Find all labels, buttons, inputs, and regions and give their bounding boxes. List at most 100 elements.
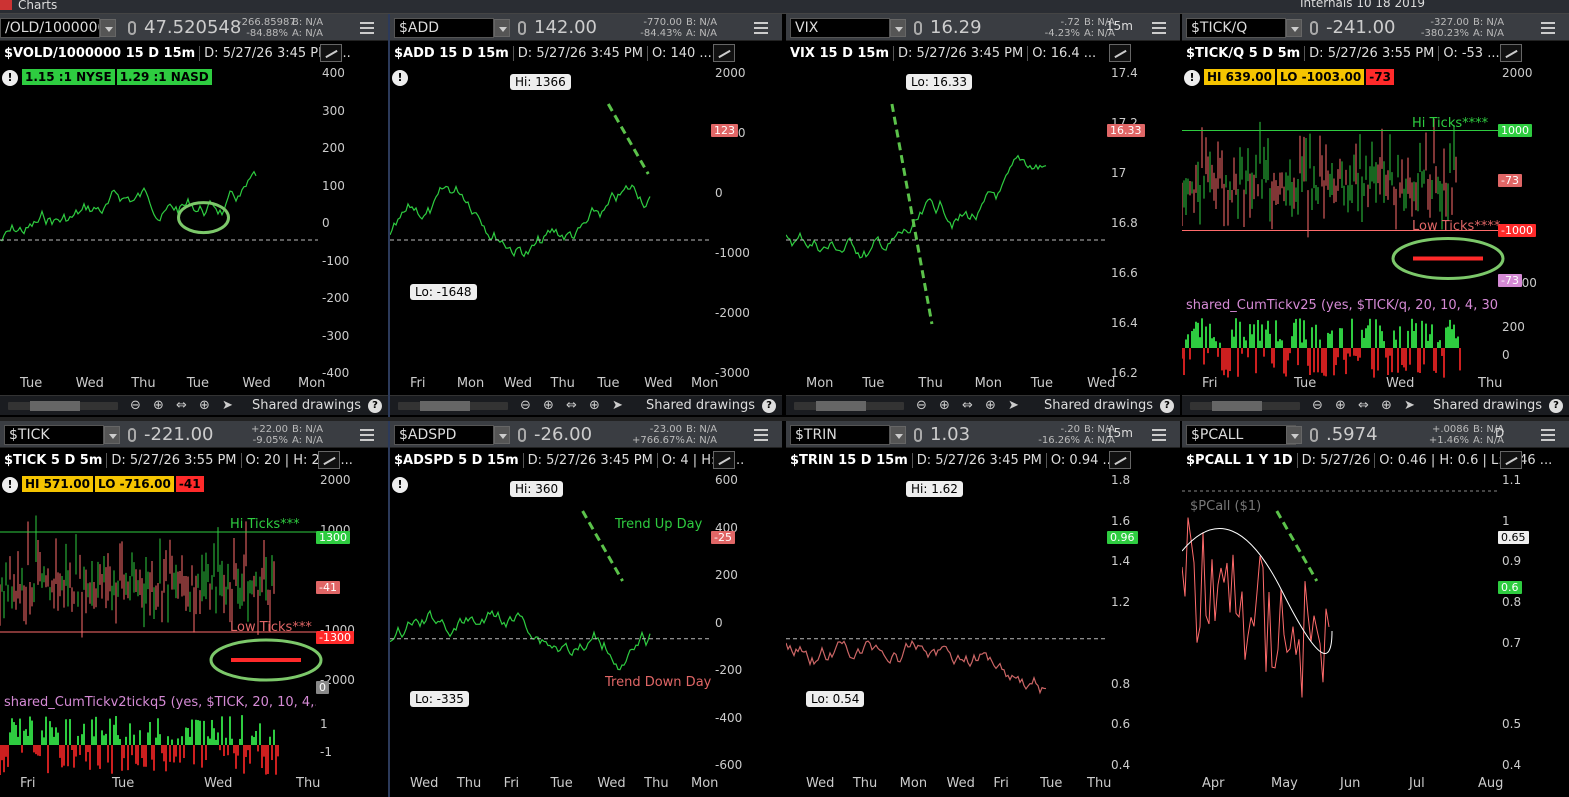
drawing-tool-icon[interactable] (318, 451, 340, 469)
net-change-value: -.72 (1060, 17, 1080, 28)
shared-drawings-button[interactable]: Shared drawings (1433, 398, 1542, 413)
menu-icon[interactable] (360, 429, 374, 441)
link-icon[interactable] (914, 21, 922, 35)
help-icon[interactable]: ? (762, 399, 776, 413)
symbol-dropdown-icon[interactable] (890, 19, 906, 37)
cursor-icon[interactable]: ➤ (1008, 398, 1019, 413)
pan-icon[interactable]: ⇔ (176, 398, 187, 413)
panel-header: /OLD/1000000 47.520548 -266.85987 -84.88% B:… (0, 14, 388, 41)
link-icon[interactable] (128, 21, 136, 35)
symbol-input[interactable]: $ADD (394, 18, 494, 38)
cursor-icon[interactable]: ➤ (222, 398, 233, 413)
crosshair-icon[interactable]: ⊕ (199, 398, 210, 413)
symbol-input[interactable]: $TICK (4, 425, 104, 445)
chart-footer: ⊖ ⊕ ⇔ ⊕ ➤ Shared drawings? (1182, 395, 1569, 415)
price-plot[interactable] (0, 471, 323, 691)
link-icon[interactable] (1310, 428, 1318, 442)
crosshair-icon[interactable]: ⊕ (985, 398, 996, 413)
zoom-out-icon[interactable]: ⊖ (916, 398, 927, 413)
net-change-value: -770.00 (643, 17, 682, 28)
x-axis-tick: Jul (1409, 776, 1425, 791)
link-icon[interactable] (1310, 21, 1318, 35)
link-icon[interactable] (518, 21, 526, 35)
net-change: -770.00 -84.43% (632, 17, 682, 39)
menu-icon[interactable] (1152, 22, 1166, 34)
zoom-in-icon[interactable]: ⊕ (939, 398, 950, 413)
symbol-dropdown-icon[interactable] (494, 19, 510, 37)
link-icon[interactable] (128, 428, 136, 442)
zoom-out-icon[interactable]: ⊖ (130, 398, 141, 413)
zoom-in-icon[interactable]: ⊕ (543, 398, 554, 413)
lo-ticks-label: Low Ticks*** (230, 620, 312, 635)
menu-icon[interactable] (360, 22, 374, 34)
crosshair-icon[interactable]: ⊕ (589, 398, 600, 413)
link-icon[interactable] (518, 428, 526, 442)
symbol-input[interactable]: $TICK/Q (1186, 18, 1286, 38)
drawing-tool-icon[interactable] (713, 44, 735, 62)
price-marker: 0.65 (1498, 531, 1529, 544)
menu-icon[interactable] (1541, 429, 1555, 441)
drawing-tool-icon[interactable] (320, 44, 342, 62)
timeframe-selector[interactable]: 15m (1106, 19, 1133, 33)
net-change-value: -266.85987 (238, 17, 296, 28)
pan-icon[interactable]: ⇔ (566, 398, 577, 413)
symbol-input[interactable]: $TRIN (790, 425, 890, 445)
menu-icon[interactable] (754, 22, 768, 34)
zoom-in-icon[interactable]: ⊕ (153, 398, 164, 413)
shared-drawings-button[interactable]: Shared drawings (252, 398, 361, 413)
symbol-dropdown-icon[interactable] (100, 19, 116, 37)
price-plot[interactable] (1182, 471, 1498, 776)
menu-icon[interactable] (1541, 22, 1555, 34)
crosshair-icon[interactable]: ⊕ (1381, 398, 1392, 413)
menu-icon[interactable] (1152, 429, 1166, 441)
shared-drawings-button[interactable]: Shared drawings (646, 398, 755, 413)
zoom-out-icon[interactable]: ⊖ (1312, 398, 1323, 413)
drawing-tool-icon[interactable] (1109, 451, 1131, 469)
scrollbar-thumb[interactable] (816, 401, 866, 411)
scrollbar-thumb[interactable] (420, 401, 470, 411)
zoom-out-icon[interactable]: ⊖ (520, 398, 531, 413)
timeframe-selector[interactable]: 15m (1106, 426, 1133, 440)
symbol-input[interactable]: $PCALL (1186, 425, 1296, 445)
price-plot[interactable] (1182, 64, 1505, 294)
symbol-dropdown-icon[interactable] (494, 426, 510, 444)
help-icon[interactable]: ? (1160, 399, 1174, 413)
trend-down-label: Trend Down Day (605, 675, 712, 690)
price-plot[interactable] (390, 64, 711, 384)
zoom-in-icon[interactable]: ⊕ (1335, 398, 1346, 413)
net-change: -266.85987 -84.88% (238, 17, 296, 39)
symbol-input[interactable]: /OLD/1000000 (0, 18, 100, 38)
drawing-tool-icon[interactable] (713, 451, 735, 469)
symbol-input[interactable]: $ADSPD (394, 425, 494, 445)
charts-tab[interactable]: Charts (0, 0, 65, 14)
symbol-dropdown-icon[interactable] (104, 426, 120, 444)
cursor-icon[interactable]: ➤ (1404, 398, 1415, 413)
timeframe-selector[interactable]: D (1495, 426, 1504, 440)
symbol-dropdown-icon[interactable] (890, 426, 906, 444)
pan-icon[interactable]: ⇔ (1358, 398, 1369, 413)
link-icon[interactable] (914, 428, 922, 442)
symbol-input[interactable]: VIX (790, 18, 890, 38)
scrollbar-thumb[interactable] (1212, 401, 1262, 411)
price-plot[interactable] (786, 64, 1107, 384)
price-plot[interactable] (0, 64, 318, 384)
price-plot[interactable] (786, 471, 1107, 776)
drawing-tool-icon[interactable] (1500, 451, 1522, 469)
study-plot[interactable] (0, 715, 316, 775)
panel-header: $ADD 142.00 -770.00 -84.43% B: N/A A: N/A (390, 14, 782, 41)
help-icon[interactable]: ? (368, 399, 382, 413)
menu-icon[interactable] (754, 429, 768, 441)
drawing-tool-icon[interactable] (1109, 44, 1131, 62)
study-plot[interactable] (1182, 318, 1498, 378)
symbol-dropdown-icon[interactable] (1286, 19, 1302, 37)
pan-icon[interactable]: ⇔ (962, 398, 973, 413)
x-axis-tick: Wed (503, 376, 532, 391)
symbol-dropdown-icon[interactable] (1286, 426, 1302, 444)
ask-value: A: N/A (686, 435, 717, 446)
drawing-tool-icon[interactable] (1500, 44, 1522, 62)
x-axis-tick: Tue (186, 376, 210, 391)
shared-drawings-button[interactable]: Shared drawings (1044, 398, 1153, 413)
help-icon[interactable]: ? (1549, 399, 1563, 413)
scrollbar-thumb[interactable] (30, 401, 80, 411)
cursor-icon[interactable]: ➤ (612, 398, 623, 413)
